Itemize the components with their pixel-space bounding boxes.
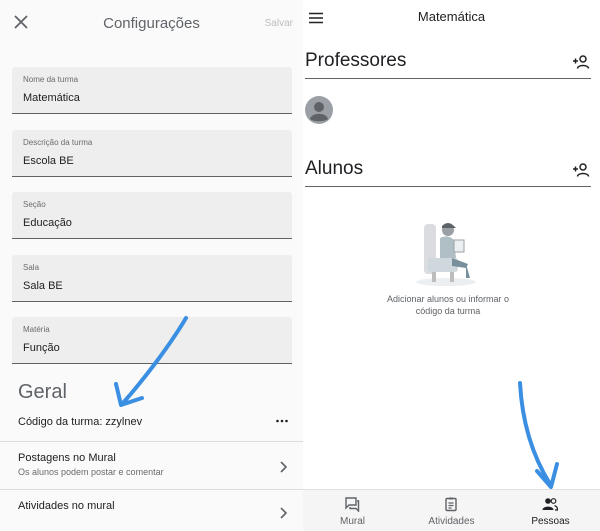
nav-people[interactable]: Pessoas xyxy=(501,490,600,531)
divider xyxy=(0,441,303,442)
stream-posts-title[interactable]: Postagens no Mural xyxy=(18,452,116,464)
chevron-right-icon[interactable] xyxy=(278,460,288,473)
empty-students-message: Adicionar alunos ou informar o código da… xyxy=(386,294,510,316)
nav-stream[interactable]: Mural xyxy=(303,490,402,531)
save-button[interactable]: Salvar xyxy=(265,18,293,29)
class-name-field[interactable]: Nome da turma Matemática xyxy=(12,67,292,114)
field-label: Matéria xyxy=(23,325,50,334)
people-panel: Matemática Professores Alunos Adicionar … xyxy=(303,0,600,531)
class-description-field[interactable]: Descrição da turma Escola BE xyxy=(12,130,292,177)
field-value[interactable]: Sala BE xyxy=(23,280,63,292)
field-label: Seção xyxy=(23,200,46,209)
field-label: Descrição da turma xyxy=(23,138,93,147)
teachers-heading: Professores xyxy=(305,50,407,71)
field-value[interactable]: Educação xyxy=(23,217,72,229)
settings-panel: Configurações Salvar Nome da turma Matem… xyxy=(0,0,303,531)
section-divider xyxy=(305,78,591,79)
add-person-icon[interactable] xyxy=(572,54,590,70)
stream-posts-subtitle: Os alunos podem postar e comentar xyxy=(18,467,164,477)
more-icon[interactable] xyxy=(275,414,289,428)
nav-classwork[interactable]: Atividades xyxy=(402,490,501,531)
chevron-right-icon[interactable] xyxy=(278,506,288,519)
class-code: Código da turma: zzylnev xyxy=(18,416,143,428)
field-value[interactable]: Escola BE xyxy=(23,155,74,167)
field-label: Sala xyxy=(23,263,40,272)
class-title: Matemática xyxy=(417,9,486,24)
student-reading-illustration xyxy=(406,218,486,288)
stream-icon xyxy=(345,497,360,512)
settings-topbar: Configurações Salvar xyxy=(0,0,303,46)
divider xyxy=(0,489,303,490)
subject-field[interactable]: Matéria Função xyxy=(12,317,292,364)
nav-label: Mural xyxy=(339,516,365,527)
students-heading: Alunos xyxy=(305,158,364,179)
field-label: Nome da turma xyxy=(23,75,79,84)
room-field[interactable]: Sala Sala BE xyxy=(12,255,292,302)
people-icon xyxy=(542,498,558,511)
nav-label: Pessoas xyxy=(531,516,570,527)
field-value[interactable]: Função xyxy=(23,342,60,354)
nav-label: Atividades xyxy=(428,516,475,527)
section-divider xyxy=(305,186,591,187)
general-heading: Geral xyxy=(18,381,67,403)
stream-activities-title[interactable]: Atividades no mural xyxy=(18,500,115,512)
add-person-icon[interactable] xyxy=(572,162,590,178)
field-value[interactable]: Matemática xyxy=(23,92,80,104)
settings-title: Configurações xyxy=(103,15,200,32)
classwork-icon xyxy=(445,497,457,512)
section-field[interactable]: Seção Educação xyxy=(12,192,292,239)
avatar-icon xyxy=(305,96,333,124)
bottom-navigation: Mural Atividades Pessoas xyxy=(303,489,600,531)
